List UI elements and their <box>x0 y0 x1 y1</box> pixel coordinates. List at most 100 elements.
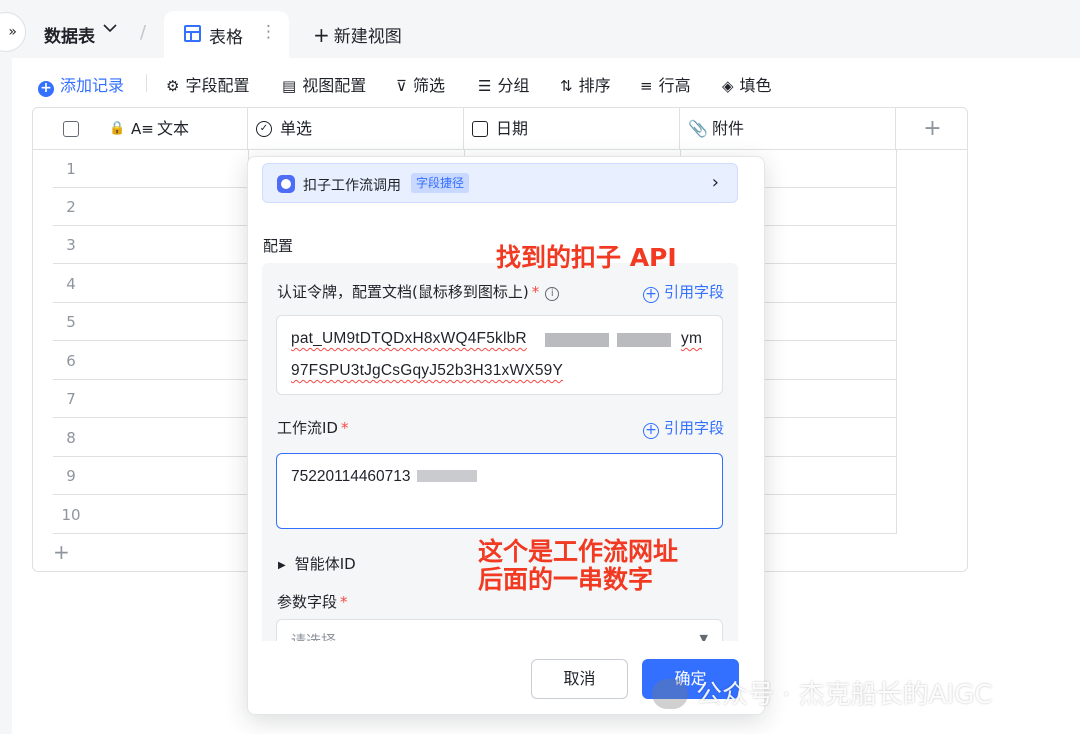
token-field-label: 认证令牌，配置文档(鼠标移到图标上) * i <box>277 281 560 302</box>
watermark: 公众号 · 杰克船长的AIGC <box>652 674 993 711</box>
new-view-button[interactable]: + 新建视图 <box>313 22 402 47</box>
chevron-down-icon[interactable] <box>102 22 118 38</box>
ref-field-label: 引用字段 <box>663 419 724 437</box>
grid-view-icon <box>184 25 201 42</box>
more-options-icon[interactable]: ⋮ <box>260 22 277 42</box>
lock-icon: 🔒 <box>109 121 126 136</box>
view-config-button[interactable]: ▤ 视图配置 <box>282 72 366 96</box>
expand-sidebar-icon[interactable]: » <box>0 12 26 52</box>
shortcut-tag: 字段捷径 <box>411 173 470 193</box>
row-height-icon: ≡ <box>640 77 653 95</box>
add-row-button[interactable]: + <box>53 540 70 564</box>
filter-label: 筛选 <box>412 76 445 95</box>
column-divider <box>896 150 897 534</box>
filter-icon: ⊽ <box>396 77 407 95</box>
token-input[interactable]: pat_UM9tDTQDxH8xWQ4F5klbR ym 97FSPU3tJgC… <box>276 315 723 395</box>
add-column-button[interactable]: + <box>896 108 967 150</box>
cancel-button[interactable]: 取消 <box>531 659 628 699</box>
redaction-mosaic <box>545 333 609 347</box>
single-select-icon: ✓ <box>256 121 272 137</box>
group-button[interactable]: ☰ 分组 <box>478 72 529 96</box>
column-label: 单选 <box>280 119 313 138</box>
token-text-line1-end: ym <box>681 330 703 347</box>
chevron-right-icon[interactable]: › <box>712 172 719 193</box>
fill-color-button[interactable]: ◈ 填色 <box>722 72 772 96</box>
row-number: 6 <box>66 352 76 370</box>
row-height-label: 行高 <box>658 76 691 95</box>
grid-header: 🔒 A≡ 文本 ✓ 单选 日期 📎 附件 + <box>33 108 967 150</box>
breadcrumb-separator: / <box>140 22 147 43</box>
column-header-attachment[interactable]: 📎 附件 <box>680 108 896 150</box>
caret-right-icon: ▶ <box>278 560 286 571</box>
row-number: 3 <box>66 236 76 254</box>
column-label: 附件 <box>712 119 745 138</box>
token-label-text: 认证令牌，配置文档(鼠标移到图标上) <box>277 283 529 301</box>
shortcut-banner[interactable]: 扣子工作流调用 字段捷径 › <box>262 163 738 203</box>
sort-button[interactable]: ⇅ 排序 <box>560 72 611 96</box>
row-number: 7 <box>66 390 76 408</box>
sort-icon: ⇅ <box>560 77 573 95</box>
section-title: 配置 <box>263 237 294 255</box>
watermark-text: 公众号 · 杰克船长的AIGC <box>696 680 993 710</box>
agent-id-toggle[interactable]: ▶ 智能体ID <box>278 553 356 574</box>
group-label: 分组 <box>497 76 530 95</box>
column-label: 文本 <box>157 119 190 138</box>
field-config-button[interactable]: ⚙ 字段配置 <box>166 72 249 96</box>
row-height-button[interactable]: ≡ 行高 <box>640 72 691 96</box>
plus-circle-icon: + <box>642 423 659 439</box>
attachment-icon: 📎 <box>688 119 708 138</box>
sort-label: 排序 <box>578 76 611 95</box>
params-field-label: 参数字段 * <box>277 591 348 612</box>
ref-field-button[interactable]: + 引用字段 <box>642 417 724 439</box>
params-label-text: 参数字段 <box>277 593 338 611</box>
row-number: 1 <box>66 160 76 178</box>
redaction-mosaic <box>417 470 477 482</box>
wechat-logo-icon <box>652 679 688 709</box>
row-number: 5 <box>66 313 76 331</box>
workflow-id-label-text: 工作流ID <box>277 419 338 437</box>
info-icon[interactable]: i <box>545 287 560 301</box>
workflow-id-value: 75220114460713 <box>291 468 411 485</box>
banner-title: 扣子工作流调用 <box>303 178 401 194</box>
filter-button[interactable]: ⊽ 筛选 <box>396 72 445 96</box>
annotation-workflow-line2: 后面的一串数字 <box>478 565 654 594</box>
redaction-mosaic <box>617 333 671 347</box>
workflow-id-input[interactable]: 75220114460713 <box>276 453 723 529</box>
row-number: 10 <box>61 506 81 524</box>
required-mark: * <box>531 283 540 301</box>
paint-bucket-icon: ◈ <box>722 77 734 95</box>
workflow-id-label: 工作流ID * <box>277 417 348 438</box>
required-mark: * <box>340 419 349 437</box>
ref-field-button[interactable]: + 引用字段 <box>642 281 724 303</box>
plus-icon: + <box>313 23 330 47</box>
coze-logo-icon <box>277 175 295 193</box>
field-config-label: 字段配置 <box>185 76 250 95</box>
agent-id-label: 智能体ID <box>294 555 356 573</box>
view-config-label: 视图配置 <box>302 76 367 95</box>
top-tab-bar: » 数据表 / 表格 ⋮ + 新建视图 <box>0 0 1080 59</box>
token-text-line2: 97FSPU3tJgCsGqyJ52b3H31xWX59Y <box>291 362 564 379</box>
add-record-label: 添加记录 <box>60 76 125 95</box>
text-field-icon: A≡ <box>131 120 154 138</box>
tab-grid-view[interactable]: 表格 ⋮ <box>164 11 289 59</box>
row-number: 9 <box>66 467 76 485</box>
toolbar-divider <box>146 74 147 92</box>
add-record-button[interactable]: + 添加记录 <box>38 72 124 97</box>
row-number: 8 <box>66 429 76 447</box>
annotation-api: 找到的扣子 API <box>496 243 677 272</box>
row-number: 2 <box>66 198 76 216</box>
select-all-checkbox[interactable] <box>63 121 79 137</box>
new-view-label: 新建视图 <box>333 27 402 47</box>
required-mark: * <box>340 593 348 611</box>
column-header-single-select[interactable]: ✓ 单选 <box>248 108 464 150</box>
column-header-text[interactable]: 🔒 A≡ 文本 <box>33 108 248 150</box>
calendar-icon <box>472 121 488 137</box>
column-header-date[interactable]: 日期 <box>464 108 680 150</box>
gear-icon: ⚙ <box>166 77 180 95</box>
table-name-dropdown[interactable]: 数据表 <box>44 22 95 47</box>
group-icon: ☰ <box>478 77 492 95</box>
column-label: 日期 <box>496 119 529 138</box>
plus-circle-icon: + <box>38 81 54 97</box>
token-text-line1: pat_UM9tDTQDxH8xWQ4F5klbR <box>291 330 527 347</box>
view-config-icon: ▤ <box>282 77 297 95</box>
